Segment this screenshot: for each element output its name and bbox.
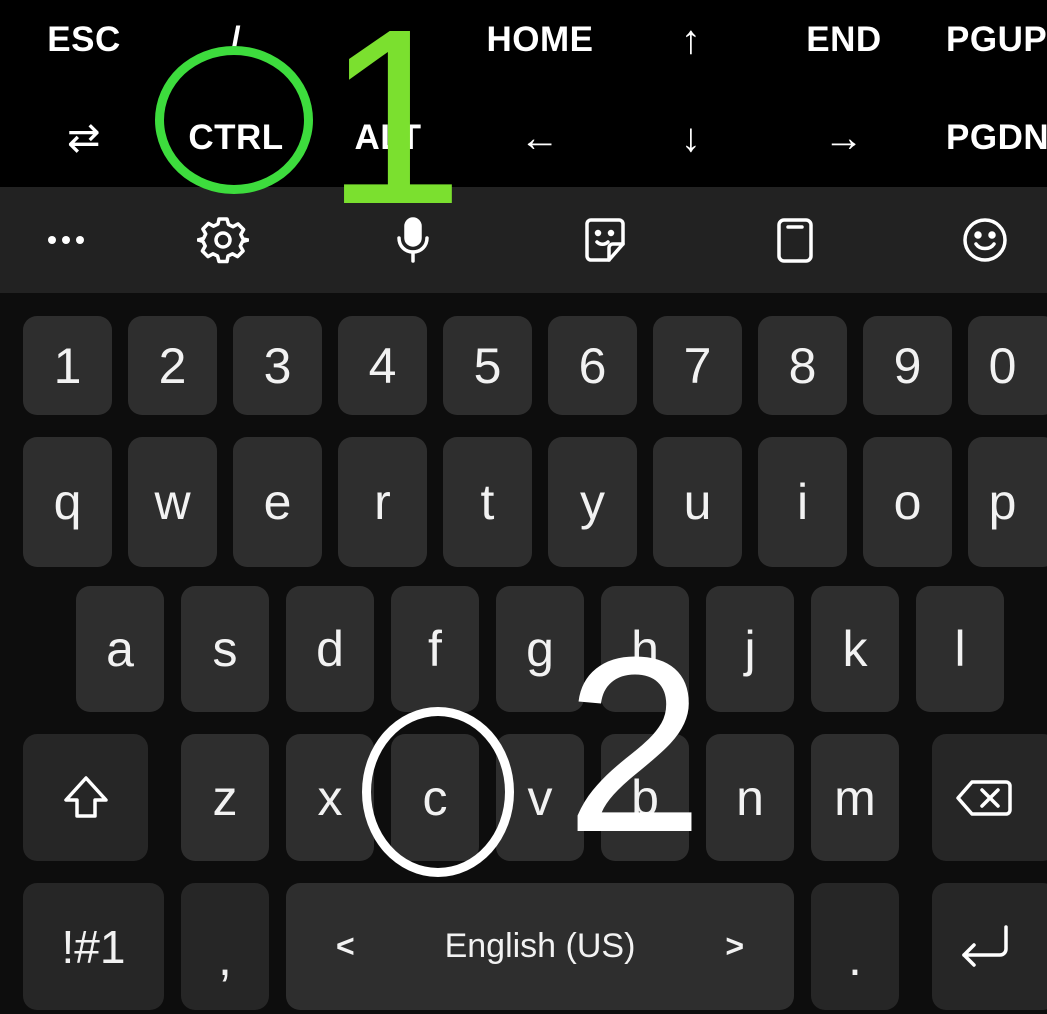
backspace-key[interactable] [932,734,1047,861]
backspace-icon [955,779,1012,816]
home-key[interactable]: HOME [464,0,616,86]
key-q[interactable]: q [23,437,112,567]
enter-key[interactable] [932,883,1047,1010]
key-y[interactable]: y [548,437,637,567]
key-1[interactable]: 1 [23,316,112,415]
key-4[interactable]: 4 [338,316,427,415]
key-d[interactable]: d [286,586,374,712]
gear-icon[interactable] [183,200,263,280]
chevron-left-icon[interactable]: < [336,928,355,965]
c-key-highlight-ring [362,707,514,877]
step-2-label: 2 [565,605,705,884]
sticker-icon[interactable] [565,200,645,280]
pgdn-key[interactable]: PGDN [920,92,1047,184]
key-i[interactable]: i [758,437,847,567]
key-3[interactable]: 3 [233,316,322,415]
period-key[interactable]: . [811,883,899,1010]
key-t[interactable]: t [443,437,532,567]
space-language-label: English (US) [444,927,636,965]
key-6[interactable]: 6 [548,316,637,415]
symbols-key[interactable]: !#1 [23,883,164,1010]
key-f[interactable]: f [391,586,479,712]
key-r[interactable]: r [338,437,427,567]
key-2[interactable]: 2 [128,316,217,415]
key-j[interactable]: j [706,586,794,712]
key-5[interactable]: 5 [443,316,532,415]
more-icon[interactable] [26,200,106,280]
pgup-key[interactable]: PGUP [920,0,1047,86]
shift-icon [63,775,108,818]
clipboard-icon[interactable] [755,200,835,280]
key-u[interactable]: u [653,437,742,567]
enter-icon [961,924,1008,967]
key-7[interactable]: 7 [653,316,742,415]
space-key[interactable]: < English (US) > [286,883,794,1010]
key-8[interactable]: 8 [758,316,847,415]
soft-keyboard: 1 2 3 4 5 6 7 8 9 0 q w e r t y u i o p … [0,293,1047,1014]
key-o[interactable]: o [863,437,952,567]
key-a[interactable]: a [76,586,164,712]
key-l[interactable]: l [916,586,1004,712]
key-w[interactable]: w [128,437,217,567]
end-key[interactable]: END [768,0,920,86]
arrow-down-key[interactable]: ↓ [615,92,767,184]
keyboard-toolbar [0,187,1047,293]
key-s[interactable]: s [181,586,269,712]
ctrl-highlight-ring [155,46,313,194]
key-k[interactable]: k [811,586,899,712]
arrow-up-key[interactable]: ↑ [615,0,767,86]
comma-key[interactable]: , [181,883,269,1010]
key-0[interactable]: 0 [968,316,1047,415]
key-z[interactable]: z [181,734,269,861]
key-x[interactable]: x [286,734,374,861]
key-9[interactable]: 9 [863,316,952,415]
key-p[interactable]: p [968,437,1047,567]
tab-key[interactable]: ⇄ [8,92,160,184]
key-m[interactable]: m [811,734,899,861]
arrow-left-key[interactable]: ← [464,92,616,184]
key-n[interactable]: n [706,734,794,861]
chevron-right-icon[interactable]: > [725,928,744,965]
extra-keys-bar: ESC / - HOME ↑ END PGUP ⇄ CTRL ALT ← ↓ →… [0,0,1047,187]
esc-key[interactable]: ESC [8,0,160,86]
shift-key[interactable] [23,734,148,861]
emoji-icon[interactable] [945,200,1025,280]
arrow-right-key[interactable]: → [768,92,920,184]
step-1-label: 1 [325,0,465,256]
key-e[interactable]: e [233,437,322,567]
